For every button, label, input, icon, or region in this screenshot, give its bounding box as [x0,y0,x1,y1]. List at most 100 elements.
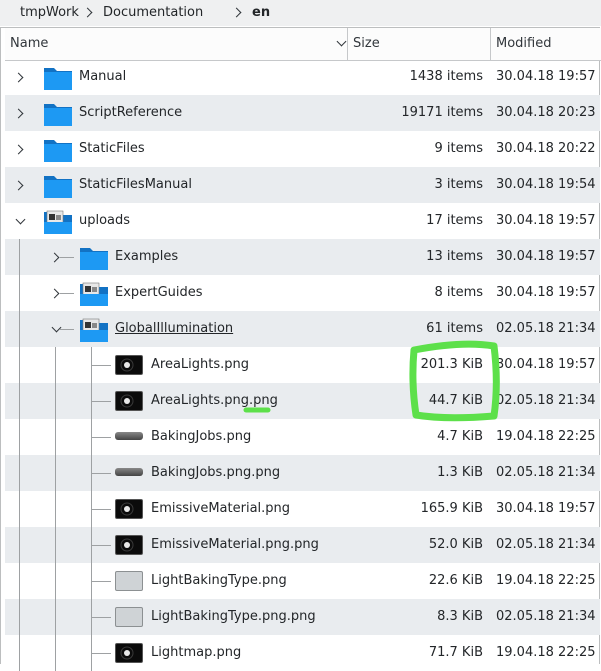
file-modified: 30.04.18 20:22 [496,141,596,156]
file-modified: 19.04.18 22:25 [496,573,596,588]
chevron-down-icon[interactable] [15,216,25,226]
file-size: 17 items [426,213,483,228]
file-modified: 30.04.18 20:23 [496,105,596,120]
breadcrumb-item-documentation[interactable]: Documentation [103,4,203,22]
tree-line [91,653,111,654]
file-size: 52.0 KiB [428,537,483,552]
file-size: 1.3 KiB [437,465,483,480]
table-row[interactable]: Manual 1438 items 30.04.18 19:57 [5,59,600,95]
file-name: GlobalIllumination [115,321,234,336]
table-row[interactable]: AreaLights.png 201.3 KiB 30.04.18 19:57 [5,347,600,383]
file-name: LightBakingType.png [151,573,287,588]
tree-line [19,599,20,635]
file-size: 19171 items [401,105,483,120]
chevron-right-icon[interactable] [15,72,25,82]
tree-line [55,527,56,563]
breadcrumb-item-tmpwork[interactable]: tmpWork [20,4,79,22]
file-name: Examples [115,249,179,264]
tree-line [19,455,20,491]
sort-chevron-down-icon[interactable] [336,38,346,48]
image-thumbnail-icon [115,643,143,663]
file-modified: 30.04.18 19:57 [496,357,596,372]
breadcrumb: tmpWork Documentation en [0,0,601,26]
table-row[interactable]: ScriptReference 19171 items 30.04.18 20:23 [5,95,600,131]
tree-line [91,617,111,618]
file-name: LightBakingType.png.png [151,609,316,624]
file-name: AreaLights.png.png [151,393,278,408]
file-modified: 02.05.18 21:34 [496,321,596,336]
tree-line [60,329,74,330]
tree-line [60,293,74,294]
file-name: AreaLights.png [151,357,250,372]
file-size: 201.3 KiB [420,357,483,372]
file-modified: 30.04.18 19:57 [496,69,596,84]
table-row[interactable]: EmissiveMaterial.png 165.9 KiB 30.04.18 19… [5,491,600,527]
file-name: EmissiveMaterial.png [151,501,291,516]
table-row[interactable]: BakingJobs.png 4.7 KiB 19.04.18 22:25 [5,419,600,455]
table-row[interactable]: StaticFiles 9 items 30.04.18 20:22 [5,131,600,167]
tree-line [55,347,56,383]
tree-line [91,509,111,510]
breadcrumb-separator-icon [232,4,242,22]
tree-line [55,563,56,599]
image-thumbnail-icon [115,499,143,519]
file-modified: 19.04.18 22:25 [496,645,596,660]
file-size: 71.7 KiB [428,645,483,660]
image-thumbnail-icon [115,391,143,411]
folder-icon [43,170,73,200]
chevron-right-icon[interactable] [15,144,25,154]
tree-line [19,239,20,275]
table-row[interactable]: uploads 17 items 30.04.18 19:57 [5,203,600,239]
file-name: Manual [79,69,127,84]
tree-line [55,599,56,635]
column-header-size-label: Size [353,36,380,51]
table-row[interactable]: LightBakingType.png.png 8.3 KiB 02.05.18 2… [5,599,600,635]
file-name: BakingJobs.png.png [151,465,281,480]
column-header-modified[interactable]: Modified [491,28,601,60]
tree-line [19,419,20,455]
file-modified: 30.04.18 19:54 [496,177,596,192]
file-modified: 30.04.18 19:57 [496,501,596,516]
table-row[interactable]: Examples 13 items 30.04.18 19:57 [5,239,600,275]
file-modified: 30.04.18 19:57 [496,285,596,300]
image-thumbnail-icon [115,355,143,375]
breadcrumb-item-en[interactable]: en [252,4,270,22]
file-modified: 30.04.18 19:57 [496,213,596,228]
tree-line [91,365,111,366]
tree-line [91,581,111,582]
chevron-right-icon[interactable] [15,108,25,118]
table-row[interactable]: GlobalIllumination 61 items 02.05.18 21:34 [5,311,600,347]
column-header-size[interactable]: Size [348,28,491,60]
image-thumbnail-icon [115,432,143,440]
tree-line [91,401,111,402]
column-header-name[interactable]: Name [5,28,348,60]
file-size: 4.7 KiB [437,429,483,444]
table-row[interactable]: ExpertGuides 8 items 30.04.18 19:57 [5,275,600,311]
table-row[interactable]: BakingJobs.png.png 1.3 KiB 02.05.18 21:34 [5,455,600,491]
file-name: StaticFilesManual [79,177,192,192]
file-modified: 19.04.18 22:25 [496,429,596,444]
table-row[interactable]: Lightmap.png 71.7 KiB 19.04.18 22:25 [5,635,600,671]
tree-line [55,455,56,491]
tree-line [19,491,20,527]
column-header-modified-label: Modified [496,36,552,51]
column-header-name-label: Name [10,36,49,51]
table-row[interactable]: StaticFilesManual 3 items 30.04.18 19:54 [5,167,600,203]
chevron-right-icon[interactable] [15,180,25,190]
column-header: Name Size Modified [5,28,601,61]
table-row[interactable]: LightBakingType.png 22.6 KiB 19.04.18 22:2… [5,563,600,599]
tree-line [19,527,20,563]
tree-line [55,635,56,671]
table-row[interactable]: AreaLights.png.png 44.7 KiB 02.05.18 21:34 [5,383,600,419]
file-modified: 02.05.18 21:34 [496,393,596,408]
table-row[interactable]: EmissiveMaterial.png.png 52.0 KiB 02.05.18… [5,527,600,563]
file-name: EmissiveMaterial.png.png [151,537,319,552]
file-size: 8 items [434,285,483,300]
folder-icon [79,278,109,308]
tree-line [19,275,20,311]
file-modified: 30.04.18 19:57 [496,249,596,264]
file-size: 9 items [434,141,483,156]
file-name: Lightmap.png [151,645,242,660]
breadcrumb-separator-icon [83,4,93,22]
tree-line [91,437,111,438]
